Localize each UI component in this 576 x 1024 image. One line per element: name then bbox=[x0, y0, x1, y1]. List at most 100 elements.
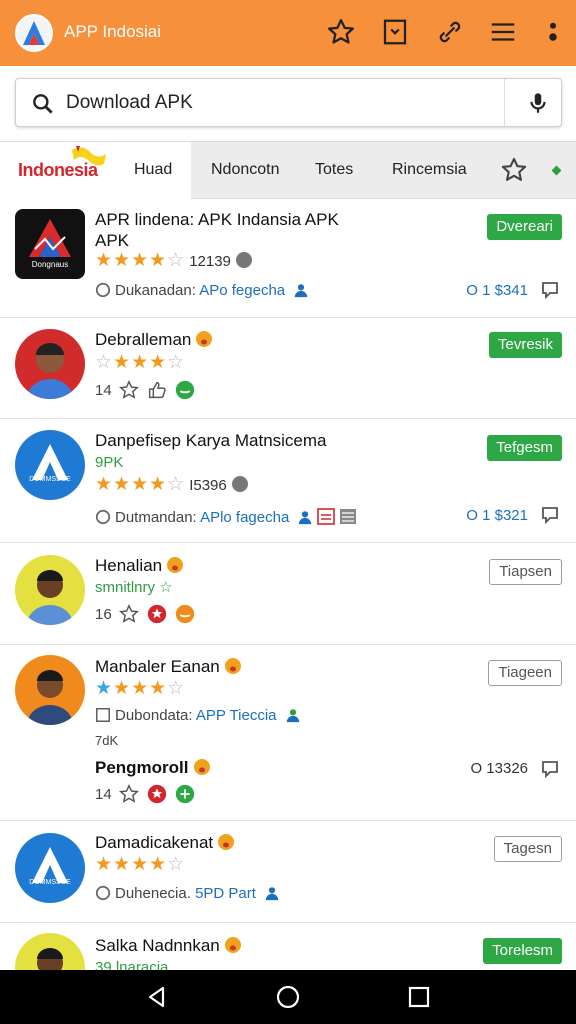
mic-icon[interactable] bbox=[525, 89, 551, 117]
green-badge-icon[interactable] bbox=[174, 379, 196, 401]
developer-line: Dukanadan: APo fegecha bbox=[95, 282, 309, 300]
recents-icon[interactable] bbox=[405, 983, 433, 1011]
star-rating: ★★★★☆ I5396 bbox=[95, 475, 249, 496]
developer-line: Duhenecia. 5PD Part bbox=[95, 885, 280, 903]
app-name-line2: APK bbox=[95, 231, 130, 250]
orange-badge-icon[interactable] bbox=[174, 603, 196, 625]
list-item[interactable]: Salka Nadnnkan 39 lnaracia Torelesm bbox=[0, 923, 576, 970]
app-name: Danpefisep Karya Matnsicema bbox=[95, 431, 327, 450]
developer-line: Dubondata: APP Tieccia bbox=[95, 707, 301, 725]
developer-icon bbox=[95, 282, 111, 298]
actions-row: 14 bbox=[95, 782, 196, 806]
tab-ndoncotn[interactable]: Ndoncotn bbox=[211, 161, 280, 179]
search-bar[interactable]: Download APK bbox=[15, 78, 562, 127]
emoji-icon bbox=[224, 937, 241, 953]
list-item[interactable]: Manbaler Eanan ★★★★☆ Dubondata: APP Tiec… bbox=[0, 645, 576, 821]
star-outline-icon[interactable] bbox=[118, 379, 140, 401]
category-tabs: Indonesia Huad Ndoncotn Totes Rincemsia bbox=[0, 141, 576, 199]
app-name: Debralleman bbox=[95, 329, 213, 350]
install-button[interactable]: Tevresik bbox=[488, 332, 562, 358]
star-icon[interactable] bbox=[326, 17, 356, 47]
tab-indonesia[interactable]: Indonesia Huad bbox=[0, 142, 191, 199]
person-icon bbox=[295, 284, 308, 298]
app-thumbnail: Dongnaus bbox=[15, 209, 85, 279]
price: O 13326 bbox=[470, 760, 528, 777]
tab-huad[interactable]: Huad bbox=[134, 161, 172, 179]
price: O 1 $341 bbox=[466, 282, 528, 299]
actions-row: 14 bbox=[95, 378, 196, 402]
green-dot-icon bbox=[551, 165, 562, 176]
bookmark-icon[interactable] bbox=[380, 17, 410, 47]
calendar-icon bbox=[317, 508, 336, 525]
list-item[interactable]: Debralleman ☆★★★☆ 14 Tevresik bbox=[0, 318, 576, 419]
star-rating: ★★★★☆ bbox=[95, 854, 186, 875]
app-name: Henalian bbox=[95, 555, 184, 576]
search-divider bbox=[504, 79, 505, 126]
back-icon[interactable] bbox=[143, 983, 171, 1011]
tab-totes[interactable]: Totes bbox=[315, 161, 353, 179]
brand-label: Indonesia bbox=[18, 160, 98, 180]
person-icon bbox=[265, 887, 279, 901]
list-item[interactable]: Henalian smnitlnry ☆ 16 Tiapsen bbox=[0, 543, 576, 645]
emoji-icon bbox=[167, 557, 184, 573]
search-icon bbox=[33, 94, 53, 114]
avatar bbox=[15, 329, 85, 399]
home-icon[interactable] bbox=[274, 983, 302, 1011]
list-item[interactable]: DOMMSSOE Danpefisep Karya Matnsicema 9PK… bbox=[0, 419, 576, 543]
chat-icon[interactable] bbox=[541, 760, 559, 778]
more-vert-icon[interactable] bbox=[538, 17, 568, 47]
review-count: 16 bbox=[95, 605, 112, 623]
install-button[interactable]: Dvereari bbox=[487, 214, 562, 240]
avatar bbox=[15, 555, 85, 625]
app-name: Damadicakenat bbox=[95, 832, 235, 853]
grid-icon bbox=[340, 509, 357, 524]
actions-row: 16 bbox=[95, 602, 196, 626]
list-item[interactable]: Dongnaus APR lindena: APK Indansia APK A… bbox=[0, 200, 576, 318]
thumb-up-icon[interactable] bbox=[146, 379, 168, 401]
emoji-icon bbox=[224, 658, 241, 674]
star-outline-icon[interactable] bbox=[118, 603, 140, 625]
avatar bbox=[15, 655, 85, 725]
emoji-icon bbox=[196, 331, 213, 347]
info-icon bbox=[235, 252, 252, 268]
chat-icon[interactable] bbox=[541, 281, 559, 299]
emoji-icon bbox=[193, 759, 210, 775]
red-badge-icon[interactable] bbox=[146, 603, 168, 625]
app-logo[interactable] bbox=[15, 14, 53, 52]
install-button[interactable]: Tefgesm bbox=[487, 435, 562, 461]
app-subtitle: 9PK bbox=[95, 454, 124, 471]
chat-icon[interactable] bbox=[541, 506, 559, 524]
app-subtitle: 39 lnaracia bbox=[95, 959, 169, 970]
star-icon[interactable] bbox=[500, 156, 528, 184]
app-name: Salka Nadnnkan bbox=[95, 935, 242, 956]
developer-icon bbox=[95, 885, 111, 901]
star-rating: ★★★★☆ bbox=[95, 678, 186, 699]
install-button[interactable]: Torelesm bbox=[483, 938, 562, 964]
open-button[interactable]: Tiageen bbox=[488, 660, 562, 686]
app-thumbnail: DOMMSSOE bbox=[15, 833, 85, 903]
app-name: Manbaler Eanan bbox=[95, 656, 242, 677]
app-subtitle: smnitlnry ☆ bbox=[95, 579, 173, 596]
app-name: APR lindena: APK Indansia APK bbox=[95, 210, 339, 229]
link-icon[interactable] bbox=[435, 17, 465, 47]
developer-icon bbox=[95, 509, 111, 525]
app-title: APP Indosiai bbox=[64, 22, 162, 41]
star-rating: ★★★★☆ 12139 bbox=[95, 251, 253, 272]
star-outline-icon[interactable] bbox=[118, 783, 140, 805]
open-button[interactable]: Tagesn bbox=[493, 836, 562, 862]
red-badge-icon[interactable] bbox=[146, 783, 168, 805]
developer-line: Dutmandan: APlo fagecha bbox=[95, 507, 357, 527]
menu-icon[interactable] bbox=[488, 17, 518, 47]
info-icon bbox=[231, 476, 248, 492]
open-button[interactable]: Tiapsen bbox=[489, 559, 562, 585]
emoji-icon bbox=[218, 834, 235, 850]
checkbox-icon bbox=[96, 708, 110, 722]
tab-rincemsia[interactable]: Rincemsia bbox=[392, 161, 467, 179]
star-rating: ☆★★★☆ bbox=[95, 352, 186, 373]
search-input[interactable]: Download APK bbox=[66, 92, 193, 114]
list-item[interactable]: DOMMSSOE Damadicakenat ★★★★☆ Duhenecia. … bbox=[0, 821, 576, 923]
person-icon bbox=[286, 709, 299, 723]
app-name-secondary: Pengmoroll bbox=[95, 757, 211, 778]
green-badge-icon[interactable] bbox=[174, 783, 196, 805]
system-nav-bar bbox=[0, 970, 576, 1024]
